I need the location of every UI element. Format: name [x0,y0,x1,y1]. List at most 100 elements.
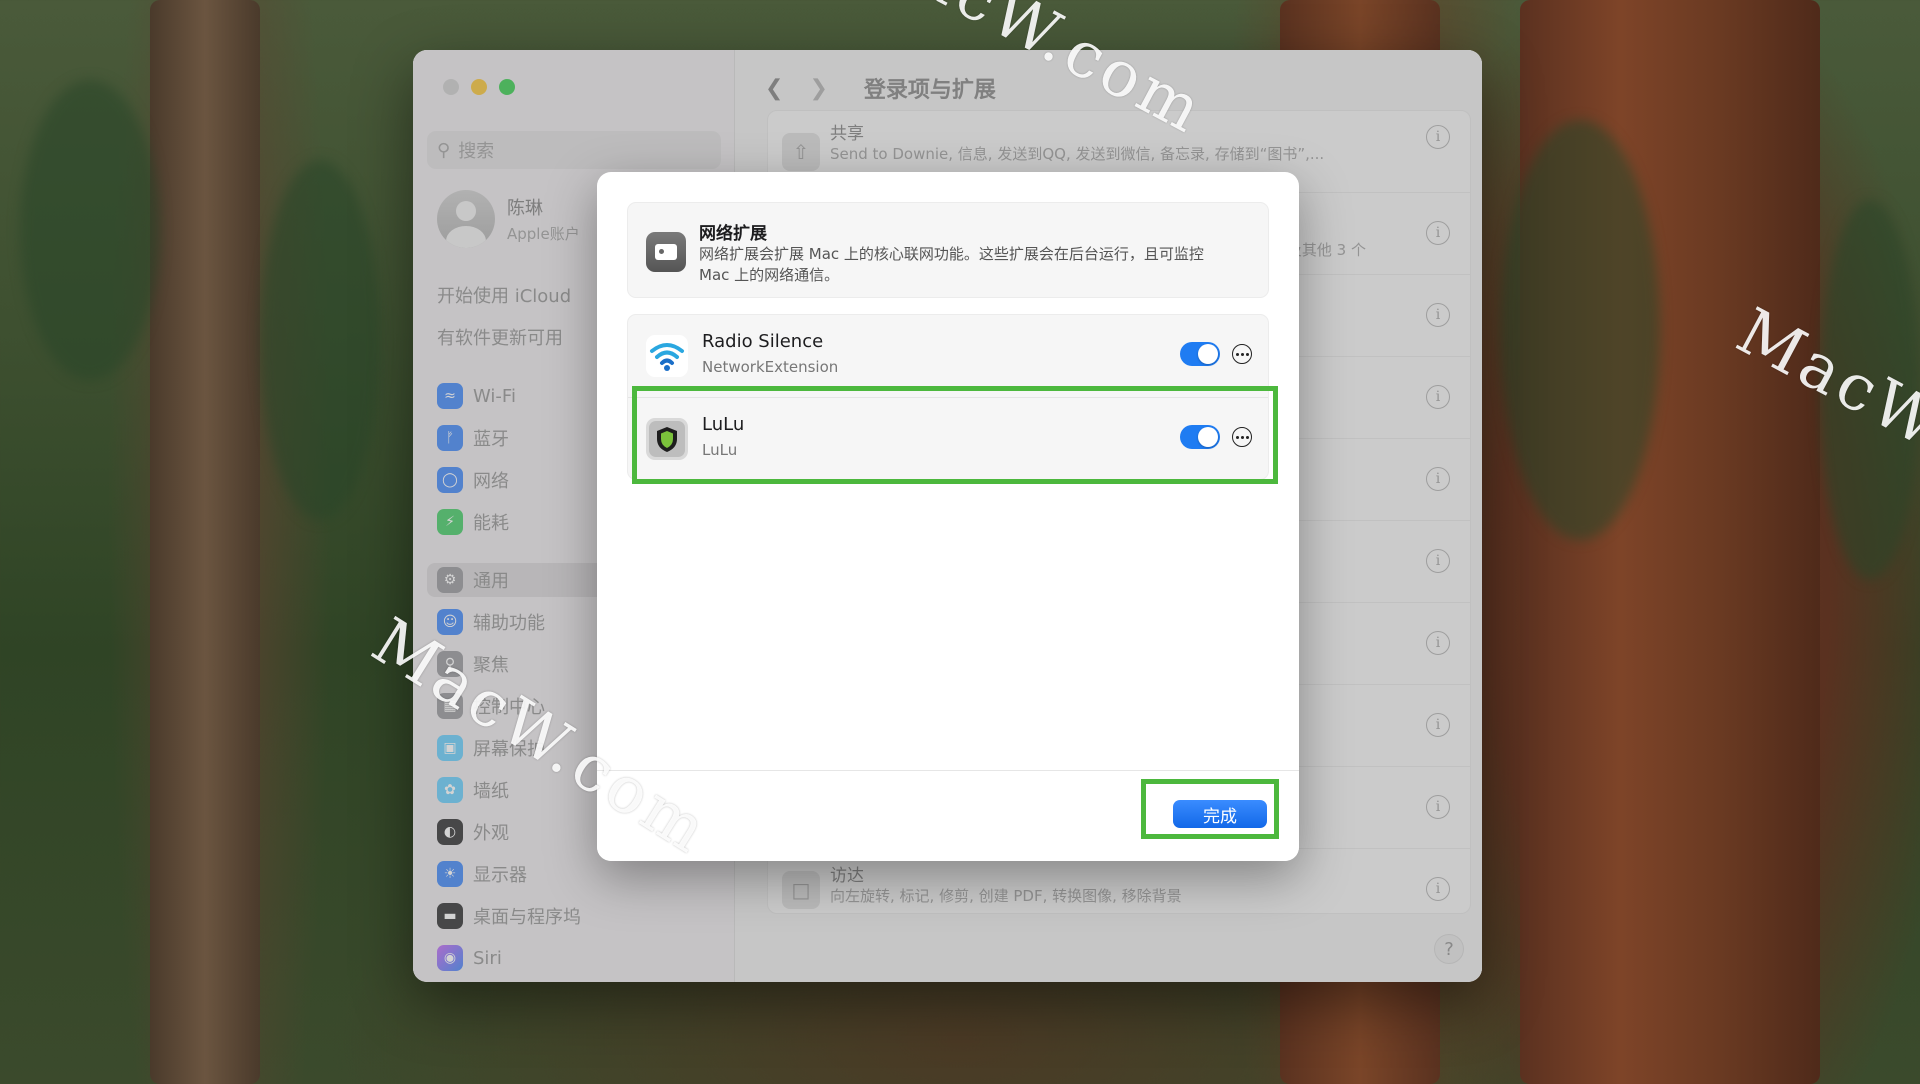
info-button[interactable]: i [1426,549,1450,573]
share-icon: ⇧ [782,133,820,171]
sidebar-item-label: 能耗 [473,513,509,534]
radio-silence-toggle[interactable] [1180,342,1220,366]
sheet-description: 网络扩展会扩展 Mac 上的核心联网功能。这些扩展会在后台运行，且可监控 Mac… [699,245,1204,284]
lulu-icon [646,418,688,460]
sidebar-item-bluetooth[interactable]: ᚠ 蓝牙 [437,421,509,455]
info-button[interactable]: i [1426,221,1450,245]
extension-name: Radio Silence [702,331,824,352]
more-options-button[interactable] [1232,427,1252,447]
sidebar-item-spotlight[interactable]: ⚲ 聚焦 [437,647,509,681]
sidebar-item-label: Wi-Fi [473,385,516,407]
row-title: 访达 [830,866,864,886]
sidebar-item-label: 聚焦 [473,655,509,676]
back-chevron-icon[interactable]: ❮ [765,76,783,101]
row-subtitle: Send to Downie, 信息, 发送到QQ, 发送到微信, 备忘录, 存… [830,145,1325,163]
search-icon: ⚲ [437,139,451,161]
display-icon: ☀ [437,861,463,887]
software-update-link[interactable]: 有软件更新可用 [437,324,563,350]
sidebar-item-accessibility[interactable]: ☺ 辅助功能 [437,605,545,639]
extension-row-lulu: LuLu LuLu [628,397,1268,477]
background-foliage [260,160,380,520]
done-button[interactable]: 完成 [1173,800,1267,828]
bluetooth-icon: ᚠ [437,425,463,451]
appearance-icon: ◐ [437,819,463,845]
more-options-button[interactable] [1232,344,1252,364]
account-name: 陈琳 [507,198,543,219]
sidebar-item-label: 网络 [473,471,509,492]
info-button[interactable]: i [1426,877,1450,901]
window-controls [443,79,515,95]
search-icon: ⚲ [437,651,463,677]
sidebar-item-label: Siri [473,947,502,969]
battery-icon: ⚡ [437,509,463,535]
dock-icon: ▬ [437,903,463,929]
extension-name: LuLu [702,414,745,435]
sidebar-item-label: 通用 [473,571,509,592]
sidebar-item-label: 桌面与程序坞 [473,907,581,928]
sidebar-item-desktop-dock[interactable]: ▬ 桌面与程序坞 [437,899,581,933]
sidebar-search-input[interactable]: ⚲ 搜索 [427,131,721,169]
wifi-icon: ≈ [437,383,463,409]
search-placeholder: 搜索 [458,141,495,162]
sidebar-item-wifi[interactable]: ≈ Wi-Fi [437,379,516,413]
info-button[interactable]: i [1426,795,1450,819]
row-subtitle: 向左旋转, 标记, 修剪, 创建 PDF, 转换图像, 移除背景 [830,887,1182,905]
sidebar-item-label: 辅助功能 [473,613,545,634]
extension-row-radio-silence: Radio Silence NetworkExtension [628,315,1268,395]
background-tree-trunk [150,0,260,1084]
sheet-title: 网络扩展 [699,224,767,244]
info-button[interactable]: i [1426,467,1450,491]
sidebar-item-battery[interactable]: ⚡ 能耗 [437,505,509,539]
network-extension-icon [646,232,686,272]
account-subtitle: Apple账户 [507,225,580,243]
sidebar-item-wallpaper[interactable]: ✿ 墙纸 [437,773,509,807]
account-profile[interactable]: 陈琳 Apple账户 [437,190,580,248]
sidebar-item-label: 屏幕保护 [473,739,545,760]
sidebar-item-label: 外观 [473,823,509,844]
sheet-footer: 完成 [597,770,1299,861]
radio-silence-icon [646,335,688,377]
control-center-icon: ▦ [437,693,463,719]
sidebar-item-label: 墙纸 [473,781,509,802]
sidebar-item-label: 显示器 [473,865,527,886]
finder-icon: □ [782,871,820,909]
screensaver-icon: ▣ [437,735,463,761]
sidebar-item-screensaver[interactable]: ▣ 屏幕保护 [437,731,545,765]
close-window-button[interactable] [443,79,459,95]
lulu-toggle[interactable] [1180,425,1220,449]
sidebar-item-displays[interactable]: ☀ 显示器 [437,857,527,891]
network-extensions-sheet: 网络扩展 网络扩展会扩展 Mac 上的核心联网功能。这些扩展会在后台运行，且可监… [597,172,1299,861]
globe-icon: ◯ [437,467,463,493]
sidebar-item-control-center[interactable]: ▦ 控制中心 [437,689,545,723]
sidebar-item-label: 控制中心 [473,697,545,718]
sidebar-item-label: 蓝牙 [473,429,509,450]
info-button[interactable]: i [1426,713,1450,737]
toolbar: ❮ ❯ 登录项与扩展 [735,50,1482,126]
info-button[interactable]: i [1426,303,1450,327]
info-button[interactable]: i [1426,385,1450,409]
forward-chevron-icon[interactable]: ❯ [809,76,827,101]
extension-list: Radio Silence NetworkExtension LuLu LuLu [627,314,1269,480]
sidebar-item-siri[interactable]: ◉ Siri [437,941,502,975]
background-foliage [20,80,160,380]
minimize-window-button[interactable] [471,79,487,95]
extension-type: NetworkExtension [702,358,839,376]
sidebar-item-appearance[interactable]: ◐ 外观 [437,815,509,849]
info-button[interactable]: i [1426,125,1450,149]
wallpaper-icon: ✿ [437,777,463,803]
background-foliage [1500,120,1660,540]
sheet-header: 网络扩展 网络扩展会扩展 Mac 上的核心联网功能。这些扩展会在后台运行，且可监… [627,202,1269,298]
accessibility-icon: ☺ [437,609,463,635]
background-foliage [1820,200,1920,580]
zoom-window-button[interactable] [499,79,515,95]
avatar [437,190,495,248]
page-title: 登录项与扩展 [863,78,996,103]
icloud-setup-link[interactable]: 开始使用 iCloud [437,282,571,308]
help-button[interactable]: ? [1434,934,1464,964]
sidebar-item-network[interactable]: ◯ 网络 [437,463,509,497]
info-button[interactable]: i [1426,631,1450,655]
siri-icon: ◉ [437,945,463,971]
extension-type: LuLu [702,441,738,459]
list-item[interactable]: □ 访达 向左旋转, 标记, 修剪, 创建 PDF, 转换图像, 移除背景 i [768,849,1470,931]
gear-icon: ⚙ [437,567,463,593]
